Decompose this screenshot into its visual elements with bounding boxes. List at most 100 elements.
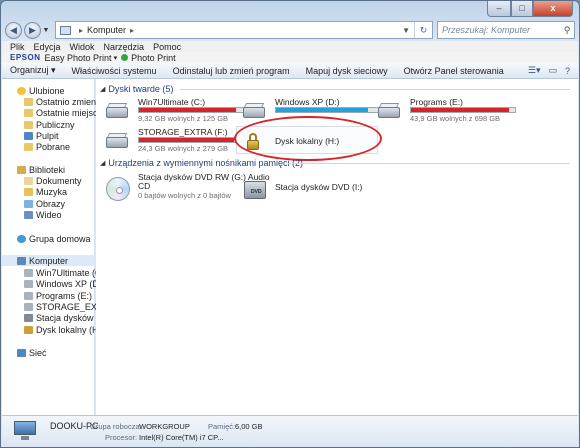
organize-button[interactable]: Organizuj ▾ (10, 65, 56, 76)
drive-free-space: 24,3 GB wolnych z 279 GB (138, 144, 229, 153)
search-icon[interactable]: ⚲ (560, 25, 574, 36)
drive-c[interactable]: Win7Ultimate (C:) 9,32 GB wolnych z 125 … (104, 97, 248, 127)
forward-arrow-icon: ▶ (29, 24, 36, 35)
hard-drive-icon (241, 102, 265, 120)
drive-free-space: 9,32 GB wolnych z 125 GB (138, 114, 229, 123)
menu-help[interactable]: Pomoc (153, 42, 181, 52)
menu-tools[interactable]: Narzędzia (104, 42, 145, 52)
lock-drive-icon (24, 325, 33, 334)
memory-label: Pamięć: (208, 422, 236, 431)
recent-pages-dropdown[interactable]: ▼ (41, 27, 51, 34)
drive-name-line2: CD (138, 181, 151, 191)
workgroup-value: WORKGROUP (139, 422, 190, 431)
drive-usage-bar (138, 137, 244, 143)
preview-pane-icon[interactable]: ▭ (548, 65, 557, 76)
dvd-drive-icon: DVD (241, 177, 266, 199)
drive-icon (24, 268, 33, 277)
navigation-pane: Ulubione Ostatnio zmienione Ostatnie mie… (2, 79, 117, 415)
open-control-panel-button[interactable]: Otwórz Panel sterowania (404, 66, 504, 76)
help-icon[interactable]: ? (565, 66, 570, 76)
videos-icon (24, 210, 33, 219)
drive-name: STORAGE_EXTRA (F:) (138, 127, 228, 137)
workgroup-label: Grupa robocza: (90, 422, 142, 431)
hard-drive-icon (104, 132, 128, 150)
close-button[interactable] (533, 1, 573, 17)
group-divider (180, 89, 570, 90)
photo-print-button[interactable]: Photo Print (131, 53, 176, 63)
dvd-drive-icon (24, 313, 33, 322)
folder-icon (24, 97, 33, 106)
drive-name: Win7Ultimate (C:) (138, 97, 206, 107)
drive-free-space: 0 bajtów wolnych z 0 bajtów (138, 191, 231, 200)
menu-file[interactable]: Plik (10, 42, 25, 52)
view-options-icon[interactable]: ☰▾ (528, 65, 541, 76)
music-icon (24, 187, 33, 196)
chevron-down-icon[interactable]: ▾ (114, 54, 118, 62)
collapse-triangle-icon[interactable]: ◢ (100, 159, 105, 167)
libraries-icon (17, 165, 26, 174)
breadcrumb-chevron-icon[interactable]: ▸ (130, 26, 134, 35)
group-divider (288, 163, 570, 164)
processor-label: Procesor: (105, 433, 138, 442)
system-properties-button[interactable]: Właściwości systemu (72, 66, 157, 76)
uninstall-program-button[interactable]: Odinstaluj lub zmień program (173, 66, 290, 76)
address-dropdown-icon[interactable]: ▼ (402, 26, 410, 35)
hdd-group-header[interactable]: ◢ Dyski twarde (5) (100, 84, 173, 94)
drive-e[interactable]: Programs (E:) 43,9 GB wolnych z 698 GB (376, 97, 520, 127)
epson-logo: EPSON (10, 53, 41, 62)
refresh-button[interactable]: ↻ (414, 22, 432, 38)
dvd-disc-icon (104, 177, 130, 201)
menu-edit[interactable]: Edycja (34, 42, 61, 52)
drive-name: Dysk lokalny (H:) (275, 136, 340, 146)
documents-icon (24, 176, 33, 185)
minimize-button[interactable] (487, 1, 511, 17)
sidebar-computer-header[interactable]: Komputer (2, 255, 95, 266)
drive-usage-bar (275, 107, 381, 113)
network-icon (17, 348, 26, 357)
refresh-icon: ↻ (419, 24, 428, 35)
drive-name: Windows XP (D:) (275, 97, 340, 107)
computer-icon (17, 256, 26, 265)
drive-h[interactable]: Dysk lokalny (H:) (241, 127, 381, 157)
homegroup-icon (17, 234, 26, 243)
easy-photo-print-button[interactable]: Easy Photo Print (45, 53, 112, 63)
explorer-window: ◀ ▶ ▼ ▸ Komputer ▸ ▼ ↻ Przeszukaj: Kompu… (0, 0, 580, 448)
desktop-icon (24, 131, 33, 140)
processor-value: Intel(R) Core(TM) i7 CP... (139, 433, 224, 442)
drive-usage-bar (138, 107, 244, 113)
downloads-folder-icon (24, 142, 33, 151)
breadcrumb-computer[interactable]: Komputer (87, 25, 126, 35)
pictures-icon (24, 199, 33, 208)
back-arrow-icon: ◀ (10, 24, 17, 35)
locked-drive-icon (241, 132, 265, 150)
photo-print-icon (121, 54, 129, 61)
folder-icon (24, 120, 33, 129)
removable-group-header[interactable]: ◢ Urządzenia z wymiennymi nośnikami pami… (100, 158, 303, 168)
search-input[interactable]: Przeszukaj: Komputer ⚲ (437, 21, 575, 39)
drive-usage-bar (410, 107, 516, 113)
computer-icon (14, 421, 38, 441)
back-button[interactable]: ◀ (5, 21, 22, 39)
folder-icon (24, 108, 33, 117)
dvd-rw-drive[interactable]: Stacja dysków DVD RW (G:) Audio CD 0 baj… (104, 172, 270, 202)
drive-free-space: 43,9 GB wolnych z 698 GB (410, 114, 501, 123)
breadcrumb-chevron-icon[interactable]: ▸ (79, 26, 83, 35)
drive-name: Stacja dysków DVD (I:) (275, 182, 363, 192)
forward-button[interactable]: ▶ (24, 21, 41, 39)
menu-view[interactable]: Widok (70, 42, 95, 52)
search-placeholder: Przeszukaj: Komputer (442, 25, 531, 35)
drive-icon (24, 291, 33, 300)
drive-f[interactable]: STORAGE_EXTRA (F:) 24,3 GB wolnych z 279… (104, 127, 248, 157)
dvd-drive[interactable]: DVD Stacja dysków DVD (I:) (241, 172, 385, 202)
drive-d[interactable]: Windows XP (D:) (241, 97, 385, 127)
command-bar: Organizuj ▾ Właściwości systemu Odinstal… (2, 63, 578, 79)
star-icon (17, 86, 26, 95)
drive-name: Programs (E:) (410, 97, 463, 107)
map-network-drive-button[interactable]: Mapuj dysk sieciowy (306, 66, 388, 76)
maximize-button[interactable] (511, 1, 533, 17)
address-bar[interactable]: ▸ Komputer ▸ ▼ ↻ (55, 21, 433, 39)
drive-icon (24, 302, 33, 311)
navigation-row: ◀ ▶ ▼ ▸ Komputer ▸ ▼ ↻ Przeszukaj: Kompu… (5, 20, 575, 40)
collapse-triangle-icon[interactable]: ◢ (100, 85, 105, 93)
memory-value: 6,00 GB (235, 422, 263, 431)
